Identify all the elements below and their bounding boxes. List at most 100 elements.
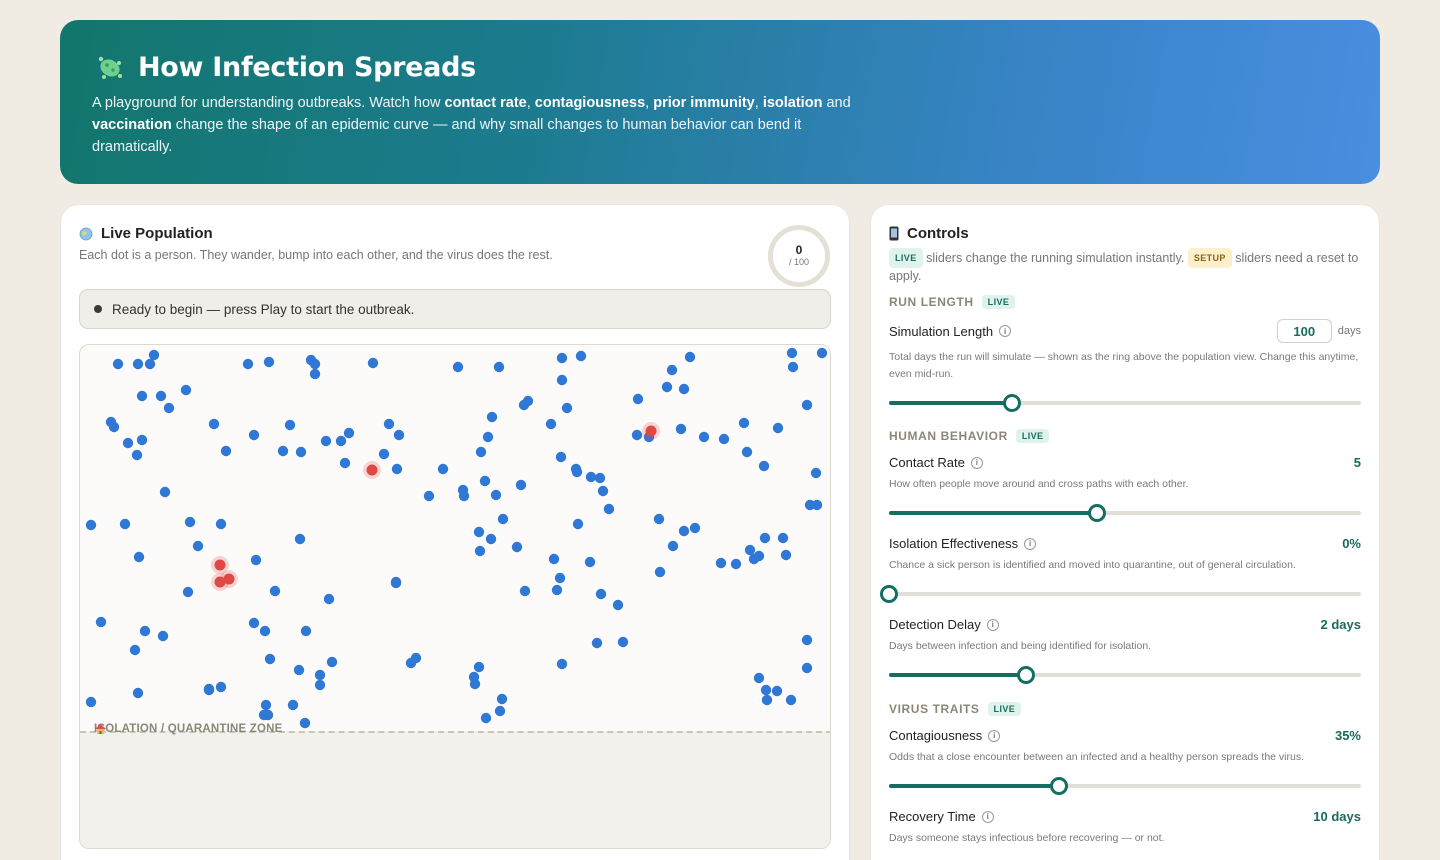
healthy-person-dot [556, 658, 568, 670]
healthy-person-dot [761, 694, 773, 706]
day-progress-ring: 0 / 100 [768, 225, 830, 287]
healthy-person-dot [554, 572, 566, 584]
healthy-person-dot [493, 361, 505, 373]
healthy-person-dot [309, 358, 321, 370]
healthy-person-dot [182, 586, 194, 598]
healthy-person-dot [744, 544, 756, 556]
healthy-person-dot [203, 683, 215, 695]
phone-icon [889, 226, 899, 241]
live-badge: LIVE [987, 702, 1022, 716]
contagiousness-slider[interactable] [889, 777, 1361, 795]
population-subtitle: Each dot is a person. They wander, bump … [79, 248, 553, 262]
info-icon[interactable]: i [981, 810, 994, 823]
simulation-length-input[interactable] [1276, 319, 1332, 343]
healthy-person-dot [339, 457, 351, 469]
healthy-person-dot [698, 431, 710, 443]
day-total: / 100 [788, 257, 810, 267]
healthy-person-dot [678, 383, 690, 395]
healthy-person-dot [452, 361, 464, 373]
healthy-person-dot [263, 356, 275, 368]
slider-thumb[interactable] [1002, 394, 1021, 412]
healthy-person-dot [378, 448, 390, 460]
healthy-person-dot [242, 358, 254, 370]
healthy-person-dot [299, 717, 311, 729]
info-icon[interactable]: i [1024, 537, 1037, 550]
healthy-person-dot [545, 418, 557, 430]
healthy-person-dot [482, 431, 494, 443]
healthy-person-dot [248, 617, 260, 629]
healthy-person-dot [494, 705, 506, 717]
slider-thumb[interactable] [1016, 666, 1035, 684]
healthy-person-dot [474, 545, 486, 557]
slider-thumb[interactable] [1049, 777, 1068, 795]
healthy-person-dot [522, 395, 534, 407]
healthy-person-dot [684, 351, 696, 363]
healthy-person-dot [133, 551, 145, 563]
healthy-person-dot [269, 585, 281, 597]
simulation-length-slider[interactable] [889, 394, 1361, 412]
detection-delay-slider[interactable] [889, 666, 1361, 684]
healthy-person-dot [180, 384, 192, 396]
healthy-person-dot [786, 347, 798, 359]
healthy-person-dot [475, 446, 487, 458]
info-icon[interactable]: i [970, 456, 983, 469]
healthy-person-dot [159, 486, 171, 498]
healthy-person-dot [718, 433, 730, 445]
healthy-person-dot [136, 434, 148, 446]
page-title: How Infection Spreads [138, 51, 476, 83]
healthy-person-dot [300, 625, 312, 637]
healthy-person-dot [801, 662, 813, 674]
info-icon[interactable]: i [986, 618, 999, 631]
param-recovery-time: Recovery Time i 10 days Days someone stay… [889, 809, 1361, 844]
slider-thumb[interactable] [1087, 504, 1106, 522]
healthy-person-dot [95, 616, 107, 628]
live-badge: LIVE [889, 248, 923, 268]
healthy-person-dot [556, 374, 568, 386]
healthy-person-dot [810, 467, 822, 479]
healthy-person-dot [575, 350, 587, 362]
healthy-person-dot [715, 557, 727, 569]
population-title: Live Population [101, 225, 213, 242]
healthy-person-dot [571, 466, 583, 478]
healthy-person-dot [139, 625, 151, 637]
healthy-person-dot [741, 446, 753, 458]
healthy-person-dot [678, 525, 690, 537]
controls-title-row: Controls [889, 225, 1361, 242]
healthy-person-dot [666, 364, 678, 376]
healthy-person-dot [816, 347, 828, 359]
healthy-person-dot [486, 411, 498, 423]
healthy-person-dot [497, 513, 509, 525]
healthy-person-dot [122, 437, 134, 449]
healthy-person-dot [262, 709, 274, 721]
simulation-arena[interactable]: ISOLATION / QUARANTINE ZONE [79, 344, 831, 849]
info-icon[interactable]: i [988, 729, 1001, 742]
healthy-person-dot [383, 418, 395, 430]
healthy-person-dot [215, 518, 227, 530]
healthy-person-dot [597, 485, 609, 497]
healthy-person-dot [515, 479, 527, 491]
healthy-person-dot [555, 451, 567, 463]
healthy-person-dot [551, 584, 563, 596]
controls-subtitle: LIVE sliders change the running simulati… [889, 248, 1361, 284]
slider-thumb[interactable] [880, 585, 898, 603]
healthy-person-dot [632, 393, 644, 405]
healthy-person-dot [584, 556, 596, 568]
healthy-person-dot [760, 684, 772, 696]
healthy-person-dot [155, 390, 167, 402]
healthy-person-dot [85, 696, 97, 708]
isolation-effectiveness-slider[interactable] [880, 585, 1361, 603]
healthy-person-dot [108, 421, 120, 433]
healthy-person-dot [287, 699, 299, 711]
param-contagiousness: Contagiousness i 35% Odds that a close en… [889, 728, 1361, 795]
healthy-person-dot [284, 419, 296, 431]
healthy-person-dot [264, 653, 276, 665]
healthy-person-dot [259, 625, 271, 637]
healthy-person-dot [811, 499, 823, 511]
contact-rate-slider[interactable] [889, 504, 1361, 522]
healthy-person-dot [112, 358, 124, 370]
status-dot-icon [94, 305, 102, 313]
param-isolation-effectiveness: Isolation Effectiveness i 0% Chance a sic… [880, 536, 1361, 603]
healthy-person-dot [519, 585, 531, 597]
info-icon[interactable]: i [999, 325, 1012, 337]
healthy-person-dot [511, 541, 523, 553]
